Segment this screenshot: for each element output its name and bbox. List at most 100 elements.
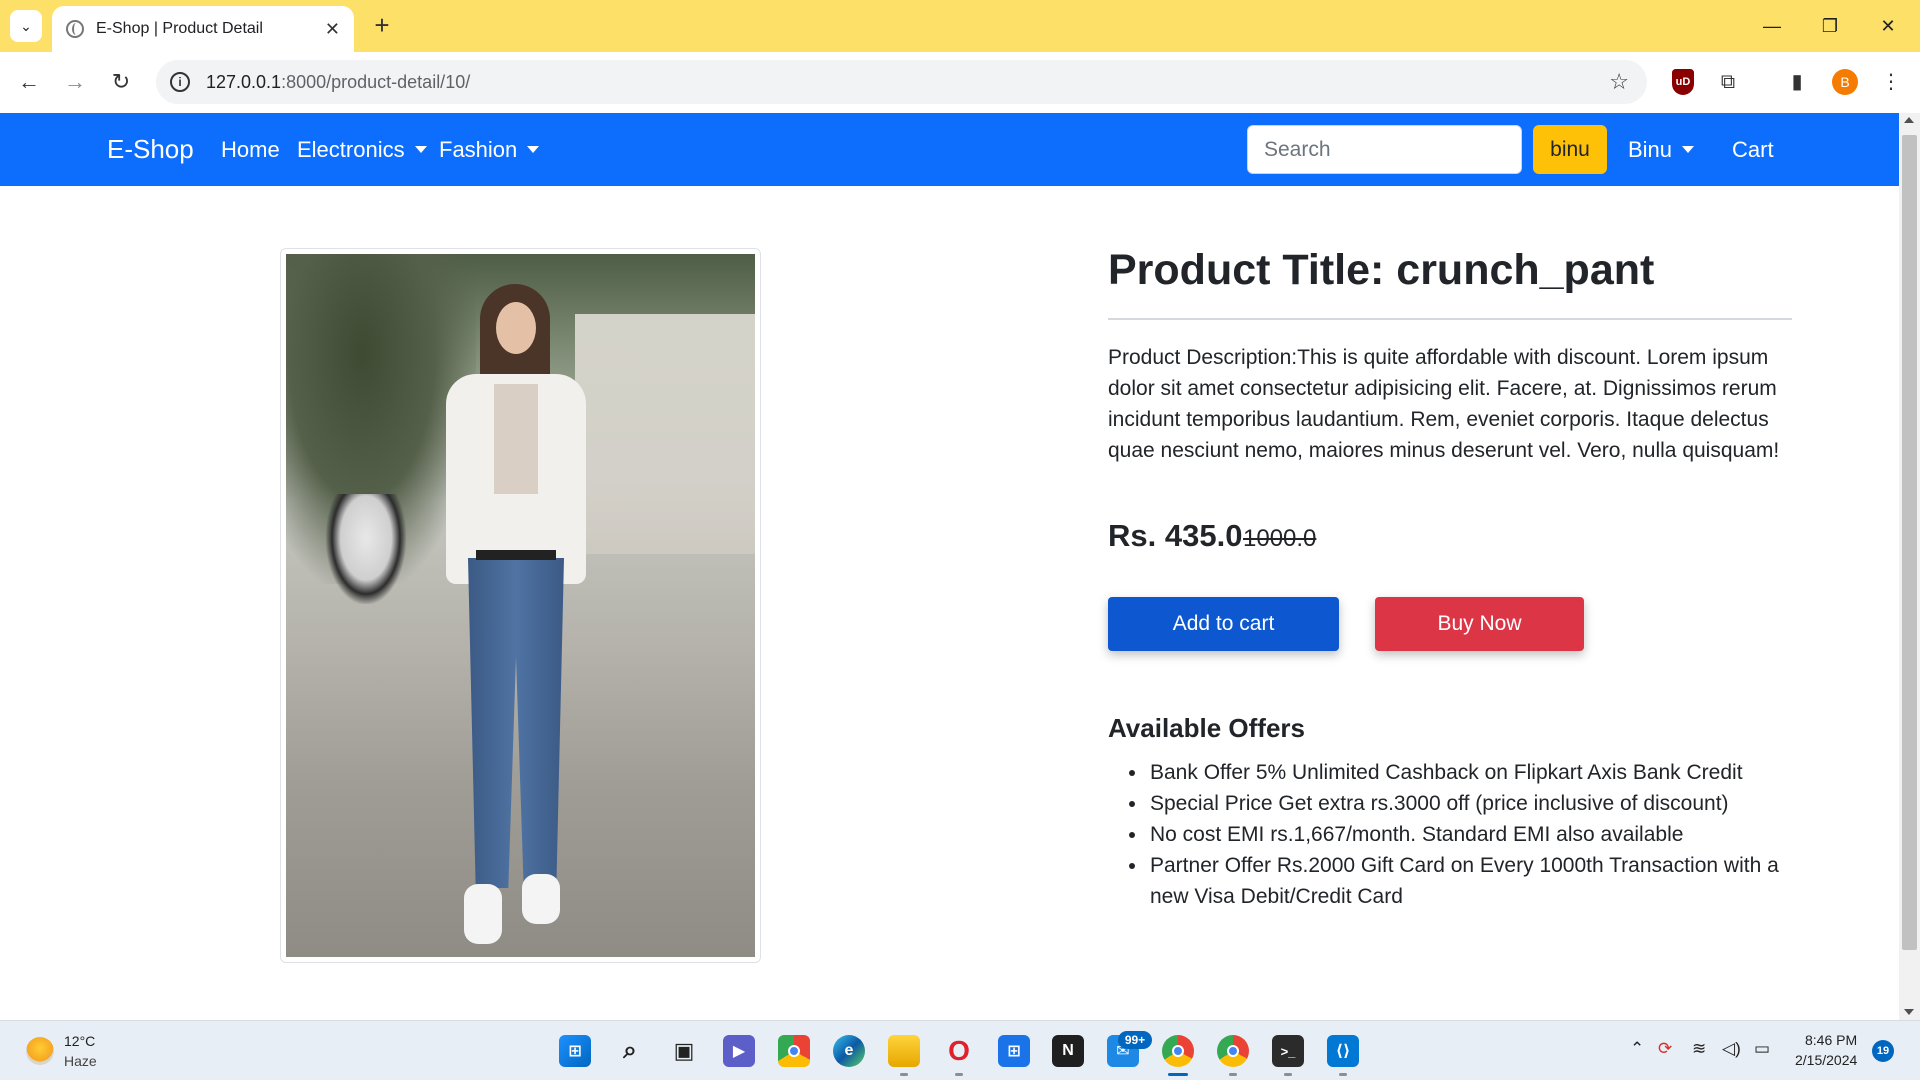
nav-electronics-dropdown[interactable]: Electronics	[297, 137, 427, 163]
microsoft-store-icon[interactable]: ⊞	[998, 1035, 1030, 1067]
tray-chevron-up-icon[interactable]: ⌃	[1630, 1039, 1644, 1059]
browser-tab-bar: ⌄ E-Shop | Product Detail ✕ + — ❐ ✕	[0, 0, 1920, 52]
nav-electronics-label: Electronics	[297, 137, 405, 162]
windows-start-icon[interactable]: ⊞	[559, 1035, 591, 1067]
search-icon[interactable]: ⌕	[614, 1035, 646, 1067]
model-shoe-left	[464, 884, 502, 944]
menu-kebab-icon[interactable]: ⋮	[1875, 66, 1907, 98]
offer-item: Special Price Get extra rs.3000 off (pri…	[1129, 788, 1790, 819]
brand-logo[interactable]: E-Shop	[107, 134, 194, 165]
chrome-profile-active-icon[interactable]	[1162, 1035, 1194, 1076]
model-jeans	[468, 558, 564, 888]
scroll-up-arrow-icon[interactable]	[1904, 117, 1914, 123]
volume-icon[interactable]: ◁)	[1722, 1039, 1741, 1059]
tab-search-button[interactable]: ⌄	[10, 10, 42, 42]
caret-down-icon	[527, 146, 540, 153]
product-image	[286, 254, 755, 957]
minimize-button[interactable]: —	[1752, 10, 1792, 42]
bookmark-star-icon[interactable]: ☆	[1609, 69, 1629, 95]
offers-list: Bank Offer 5% Unlimited Cashback on Flip…	[1129, 757, 1790, 912]
title-divider	[1108, 318, 1792, 320]
product-title: Product Title: crunch_pant	[1108, 246, 1655, 294]
active-tab[interactable]: E-Shop | Product Detail ✕	[52, 6, 354, 52]
url-path: :8000/product-detail/10/	[281, 71, 471, 92]
teams-chat-icon[interactable]: ▶	[723, 1035, 755, 1067]
product-description: Product Description:This is quite afford…	[1108, 346, 1780, 462]
sync-icon[interactable]: ⟳	[1658, 1039, 1672, 1059]
add-to-cart-button[interactable]: Add to cart	[1108, 597, 1339, 651]
url-host: 127.0.0.1	[206, 71, 282, 92]
product-price: Rs. 435.0	[1108, 518, 1243, 553]
search-input[interactable]	[1247, 125, 1522, 174]
profile-initial: B	[1832, 69, 1858, 95]
close-window-button[interactable]: ✕	[1868, 10, 1908, 42]
tab-title: E-Shop | Product Detail	[96, 20, 263, 37]
running-indicator	[955, 1073, 963, 1076]
battery-icon[interactable]: ▭	[1754, 1039, 1770, 1059]
nav-home[interactable]: Home	[221, 137, 280, 163]
ublock-label: uD	[1672, 69, 1694, 95]
scroll-down-arrow-icon[interactable]	[1904, 1009, 1914, 1015]
chevron-down-icon: ⌄	[20, 17, 32, 34]
address-bar[interactable]: i 127.0.0.1:8000/product-detail/10/ ☆	[156, 60, 1647, 104]
nav-user-dropdown[interactable]: Binu	[1628, 137, 1695, 163]
offers-heading: Available Offers	[1108, 713, 1306, 743]
wifi-icon[interactable]: ≋	[1692, 1039, 1706, 1059]
image-building	[575, 314, 755, 554]
back-arrow-icon[interactable]: ←	[13, 66, 45, 98]
running-indicator	[1229, 1073, 1237, 1076]
clock-date[interactable]: 2/15/2024	[1795, 1052, 1857, 1068]
notification-badge[interactable]: 19	[1872, 1040, 1894, 1062]
site-info-icon[interactable]: i	[170, 72, 190, 92]
offer-item: Partner Offer Rs.2000 Gift Card on Every…	[1129, 850, 1790, 912]
search-button[interactable]: binu	[1533, 125, 1607, 174]
model-face	[496, 302, 536, 354]
running-indicator	[1284, 1073, 1292, 1076]
offer-item: No cost EMI rs.1,667/month. Standard EMI…	[1129, 819, 1790, 850]
windows-taskbar: 12°C Haze ⊞ ⌕ ▣ ▶ e O ⊞ N ✉ 99+ >_ ⟨⟩ ⌃ …	[0, 1020, 1920, 1080]
edge-icon[interactable]: e	[833, 1035, 865, 1067]
forward-arrow-icon[interactable]: →	[59, 66, 91, 98]
url-text[interactable]: 127.0.0.1:8000/product-detail/10/	[206, 72, 1609, 93]
vscode-icon[interactable]: ⟨⟩	[1327, 1035, 1359, 1076]
nav-fashion-dropdown[interactable]: Fashion	[439, 137, 540, 163]
reload-icon[interactable]: ↻	[105, 66, 137, 98]
chrome-icon[interactable]	[778, 1035, 810, 1067]
terminal-icon[interactable]: >_	[1272, 1035, 1304, 1076]
extensions-puzzle-icon[interactable]: ⧉	[1712, 66, 1744, 98]
active-indicator	[1168, 1073, 1188, 1076]
offer-item: Bank Offer 5% Unlimited Cashback on Flip…	[1129, 757, 1790, 788]
new-tab-button[interactable]: +	[366, 10, 398, 42]
caret-down-icon	[1682, 146, 1695, 153]
weather-temperature[interactable]: 12°C	[64, 1033, 95, 1049]
restore-button[interactable]: ❐	[1810, 10, 1850, 42]
close-tab-icon[interactable]: ✕	[325, 19, 340, 40]
model-belt	[476, 550, 556, 560]
weather-description[interactable]: Haze	[64, 1053, 97, 1069]
opera-icon[interactable]: O	[943, 1035, 975, 1076]
browser-toolbar: ← → ↻ i 127.0.0.1:8000/product-detail/10…	[0, 52, 1920, 113]
clock-time[interactable]: 8:46 PM	[1805, 1032, 1857, 1048]
model-shoe-right	[522, 874, 560, 924]
nav-cart[interactable]: Cart	[1732, 137, 1774, 163]
mail-unread-badge: 99+	[1118, 1031, 1152, 1049]
scroll-thumb[interactable]	[1902, 135, 1917, 950]
page-scrollbar[interactable]	[1899, 113, 1920, 1020]
running-indicator	[900, 1073, 908, 1076]
nav-fashion-label: Fashion	[439, 137, 518, 162]
product-image-frame	[280, 248, 761, 963]
profile-avatar[interactable]: B	[1829, 66, 1861, 98]
image-stroller	[326, 494, 406, 604]
caret-down-icon	[414, 146, 427, 153]
notion-icon[interactable]: N	[1052, 1035, 1084, 1067]
task-view-icon[interactable]: ▣	[668, 1035, 700, 1067]
file-explorer-icon[interactable]	[888, 1035, 920, 1076]
weather-sun-icon[interactable]	[26, 1037, 54, 1065]
globe-icon	[66, 20, 84, 38]
chrome-profile-icon[interactable]	[1217, 1035, 1249, 1076]
running-indicator	[1339, 1073, 1347, 1076]
buy-now-button[interactable]: Buy Now	[1375, 597, 1584, 651]
ublock-extension-icon[interactable]: uD	[1667, 66, 1699, 98]
model-shirt	[494, 384, 538, 494]
side-panel-icon[interactable]: ▮	[1781, 66, 1813, 98]
